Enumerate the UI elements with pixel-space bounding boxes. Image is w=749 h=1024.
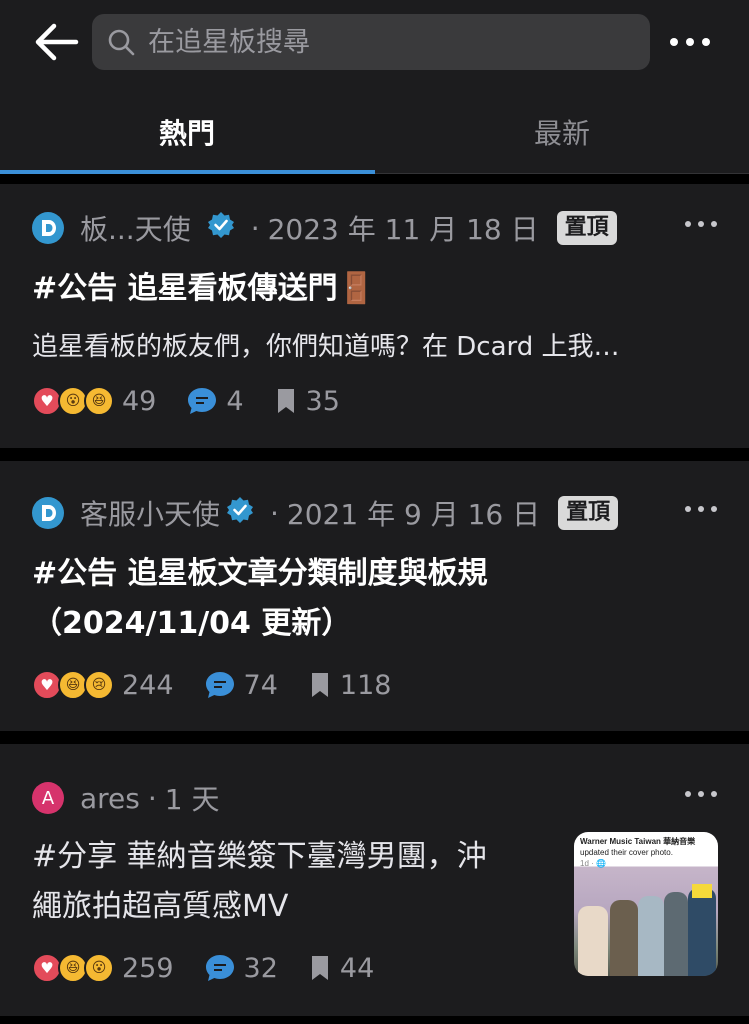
laugh-reaction-icon: 😆 (84, 386, 114, 416)
post-stats: ♥ 😆 😮 259 32 44 (32, 948, 404, 988)
thumbnail-caption-line: updated their cover photo. (580, 848, 673, 857)
post-meta: A ares · 1 天 (32, 778, 220, 818)
post-title-line: 繩旅拍超高質感MV (32, 889, 289, 924)
reactions: ♥ 😮 😆 (32, 386, 114, 416)
post-thumbnail[interactable]: Warner Music Taiwan 華納音樂 updated their c… (574, 832, 718, 976)
meta-separator: · (250, 211, 260, 245)
post-more-icon[interactable] (682, 784, 720, 804)
top-bar (0, 0, 749, 90)
meta-separator: · (270, 496, 279, 530)
like-count: 244 (122, 669, 174, 701)
photo-figure (688, 888, 716, 976)
wow-reaction-icon: 😮 (84, 953, 114, 983)
search-icon (108, 29, 135, 56)
author-name[interactable]: ares (80, 782, 140, 815)
post-card[interactable]: 板...天使 · 2023 年 11 月 18 日 置頂 #公告 追星看板傳送門… (0, 184, 749, 448)
comment-count: 74 (243, 669, 278, 701)
dcard-logo-icon (42, 220, 56, 236)
search-input[interactable] (148, 26, 628, 58)
post-card[interactable]: A ares · 1 天 #分享 華納音樂簽下臺灣男團，沖 繩旅拍超高質感MV … (0, 744, 749, 1016)
photo-sign (692, 884, 712, 898)
comment-icon (204, 953, 236, 983)
post-card[interactable]: 客服小天使 · 2021 年 9 月 16 日 置頂 #公告 追星板文章分類制度… (0, 461, 749, 731)
post-title[interactable]: #公告 追星板文章分類制度與板規 （2024/11/04 更新） (32, 549, 488, 649)
post-more-icon[interactable] (682, 499, 720, 519)
cry-reaction-icon: 😢 (84, 670, 114, 700)
active-tab-indicator (0, 170, 375, 174)
meta-separator: · (147, 781, 157, 815)
reactions: ♥ 😆 😮 (32, 953, 114, 983)
verified-badge-icon (207, 211, 235, 246)
post-more-icon[interactable] (682, 214, 720, 234)
post-meta: 板...天使 · 2023 年 11 月 18 日 置頂 (32, 208, 617, 248)
avatar[interactable] (32, 497, 64, 529)
tab-popular[interactable]: 熱門 (0, 90, 374, 174)
like-count: 259 (122, 952, 174, 984)
post-title-line: #分享 華納音樂簽下臺灣男團，沖 (32, 839, 487, 874)
back-arrow-icon[interactable] (32, 20, 80, 64)
thumbnail-caption-line: Warner Music Taiwan 華納音樂 (580, 837, 696, 846)
author-name[interactable]: 板...天使 (80, 208, 191, 248)
more-options-icon[interactable] (666, 26, 714, 58)
comment-count: 32 (243, 952, 278, 984)
post-time: 1 天 (164, 783, 220, 816)
post-excerpt: 追星看板的板友們，你們知道嗎？在 Dcard 上我… (32, 332, 620, 362)
avatar[interactable]: A (32, 782, 64, 814)
bookmark-icon[interactable] (274, 387, 298, 415)
post-stats: ♥ 😆 😢 244 74 118 (32, 665, 421, 705)
comment-count: 4 (226, 385, 244, 417)
post-date: 2023 年 11 月 18 日 (267, 213, 539, 246)
comment-icon (204, 670, 236, 700)
photo-figure (610, 900, 638, 976)
like-count: 49 (122, 385, 157, 417)
post-title-line: #公告 追星板文章分類制度與板規 (32, 556, 488, 591)
pinned-badge: 置頂 (556, 211, 617, 245)
verified-badge-icon (226, 496, 254, 531)
photo-figure (638, 896, 664, 976)
post-date: 2021 年 9 月 16 日 (286, 498, 541, 531)
save-count: 44 (339, 952, 375, 984)
reactions: ♥ 😆 😢 (32, 670, 114, 700)
author-name[interactable]: 客服小天使 (80, 493, 220, 533)
thumbnail-caption: Warner Music Taiwan 華納音樂 updated their c… (580, 836, 695, 869)
save-count: 35 (305, 385, 340, 417)
comment-icon (186, 386, 218, 416)
search-bar[interactable] (92, 14, 650, 70)
bookmark-icon[interactable] (308, 954, 332, 982)
bookmark-icon[interactable] (308, 671, 332, 699)
tab-bar: 熱門 最新 (0, 90, 749, 174)
post-title-line: （2024/11/04 更新） (32, 606, 352, 641)
photo-figure (578, 906, 608, 976)
dcard-logo-icon (42, 505, 56, 521)
thumbnail-caption-line: 1d · 🌐 (580, 859, 606, 868)
save-count: 118 (339, 669, 392, 701)
pinned-badge: 置頂 (558, 496, 619, 530)
post-title[interactable]: #公告 追星看板傳送門🚪 (32, 264, 375, 314)
post-stats: ♥ 😮 😆 49 4 35 (32, 381, 370, 421)
photo-figure (664, 892, 688, 976)
post-title[interactable]: #分享 華納音樂簽下臺灣男團，沖 繩旅拍超高質感MV (32, 832, 487, 932)
post-meta: 客服小天使 · 2021 年 9 月 16 日 置頂 (32, 493, 619, 533)
tab-latest[interactable]: 最新 (375, 90, 749, 174)
avatar[interactable] (32, 212, 64, 244)
